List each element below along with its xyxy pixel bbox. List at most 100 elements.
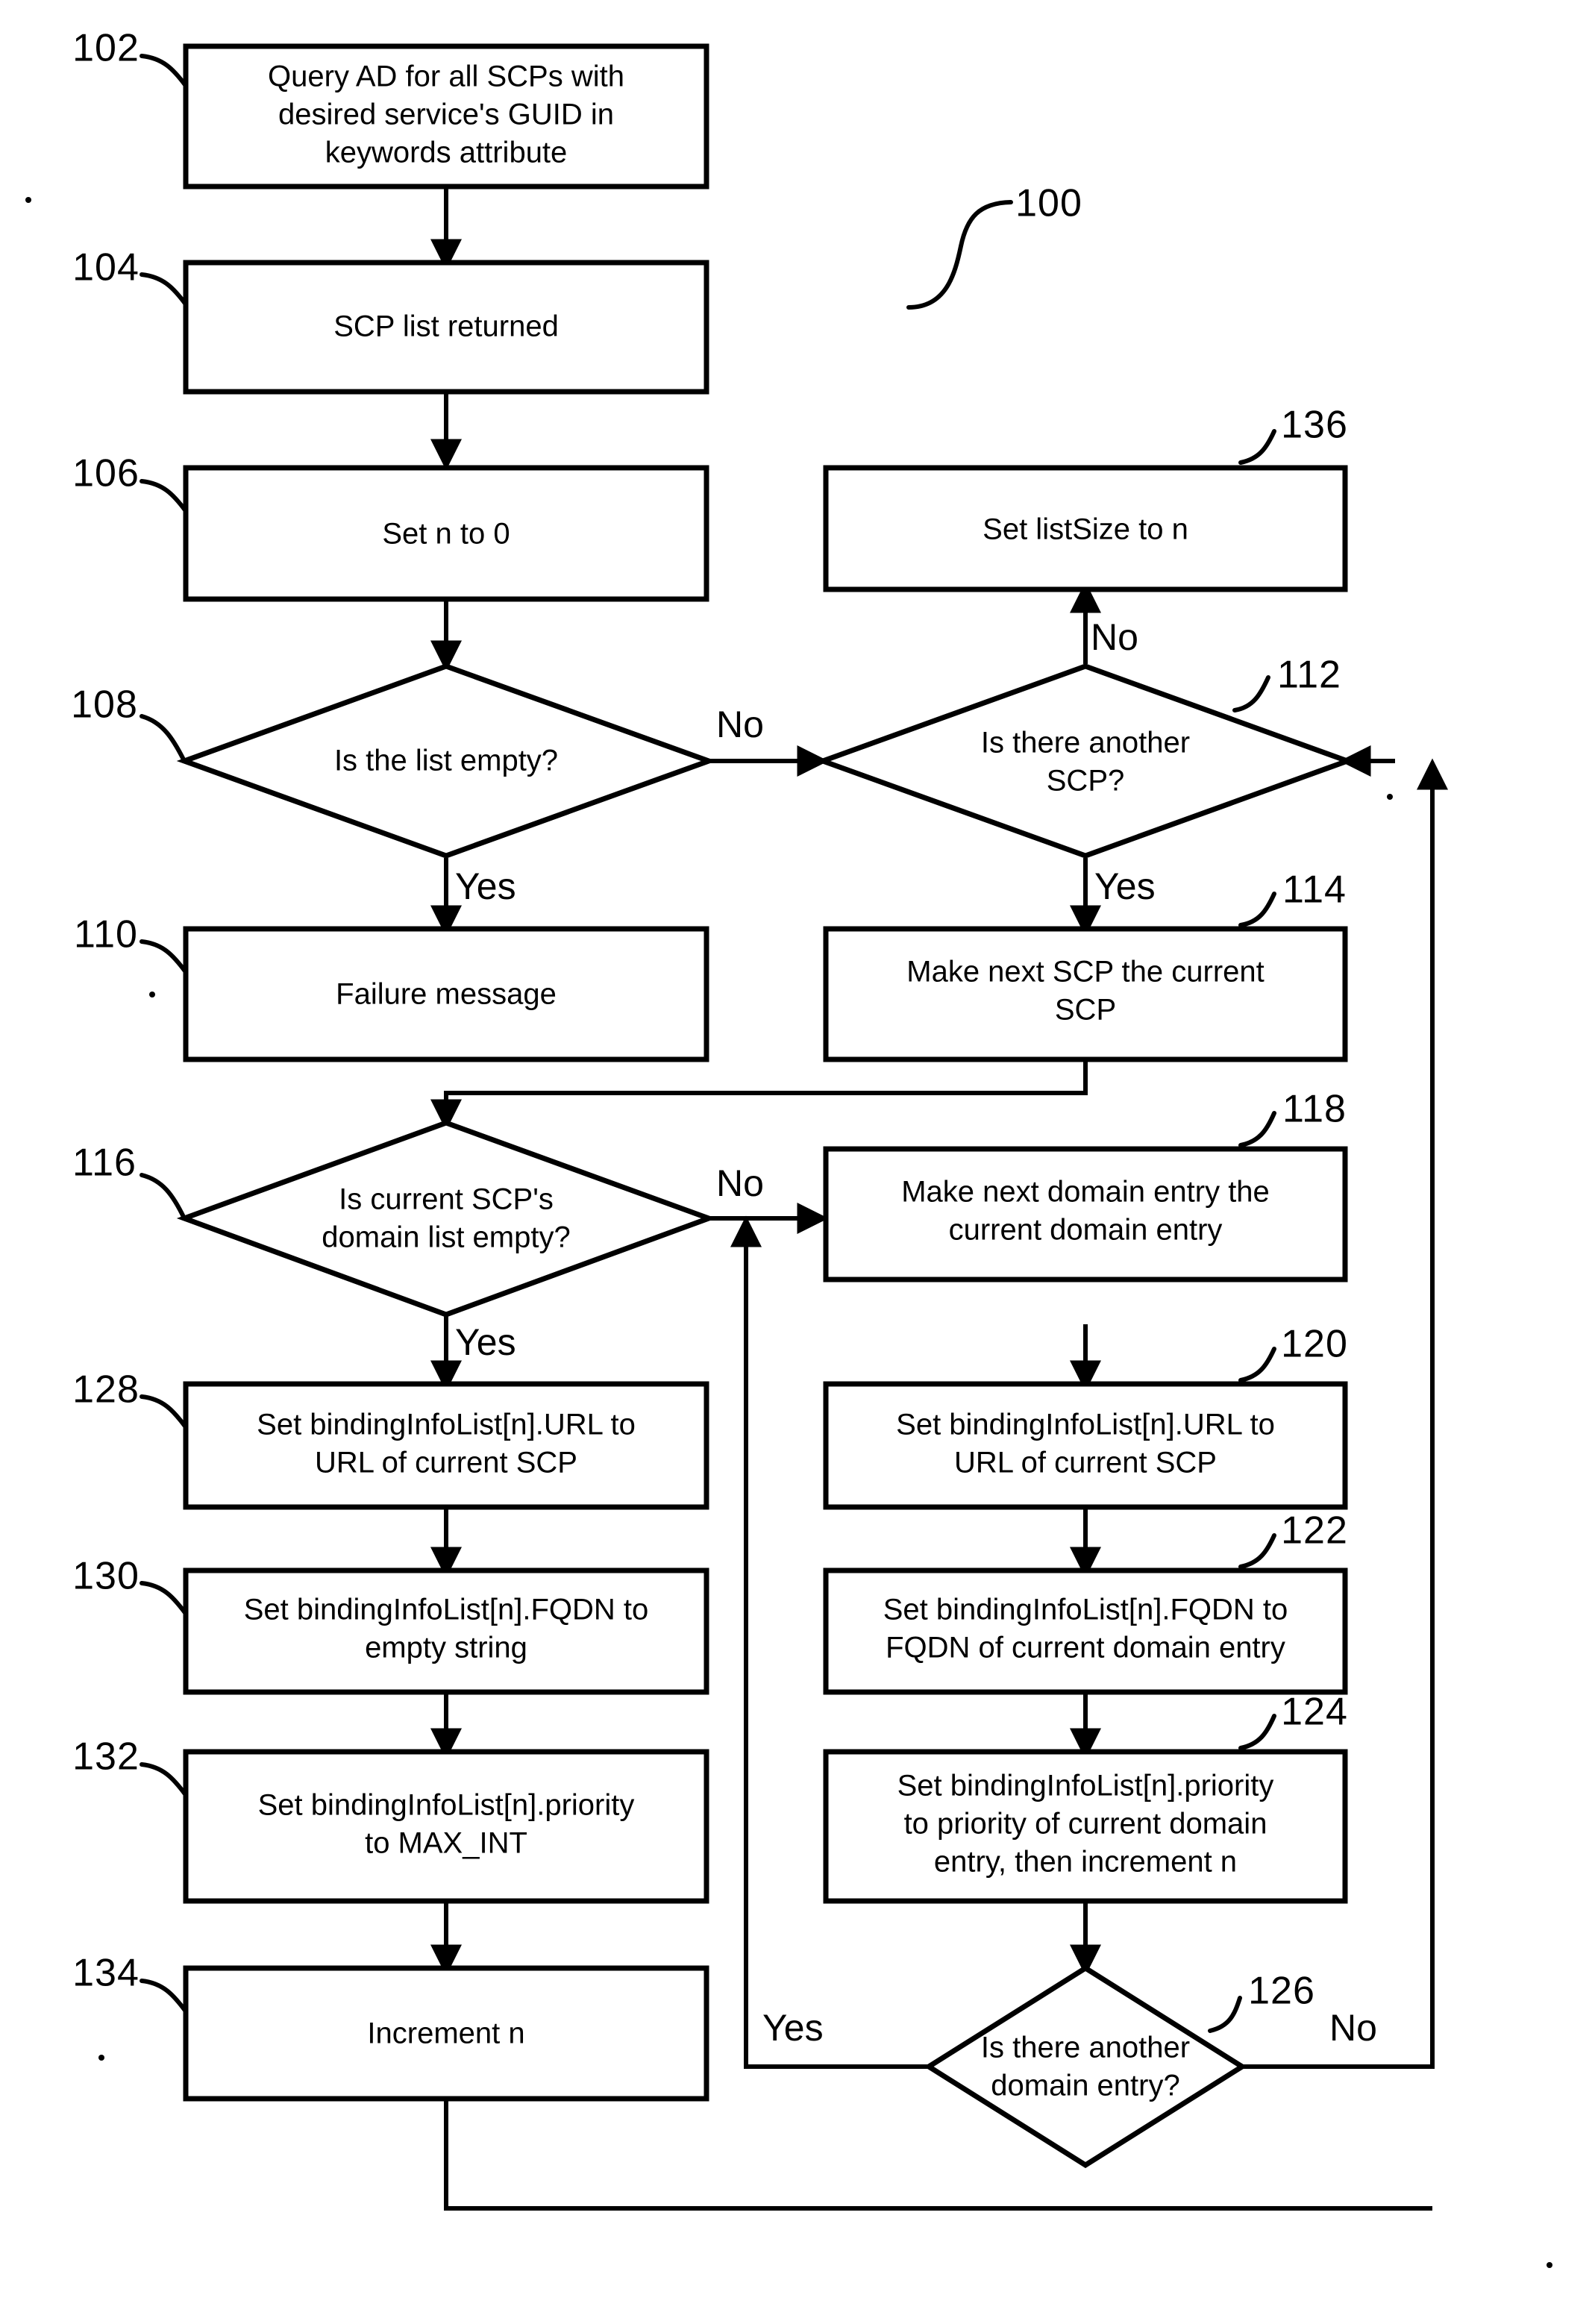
leader-124	[1238, 1714, 1276, 1750]
node-112-line-1: Is there another	[981, 727, 1190, 759]
node-102-line-1: Query AD for all SCPs with	[268, 60, 624, 93]
leader-130	[140, 1581, 188, 1616]
edge-label-126-yes: Yes	[762, 2007, 824, 2049]
flowchart-diagram: Query AD for all SCPs with desired servi…	[25, 27, 1552, 2268]
leader-116	[140, 1173, 187, 1221]
ref-number-108: 108	[71, 683, 138, 727]
node-124-line-3: entry, then increment n	[934, 1846, 1237, 1879]
ref-number-132: 132	[72, 1735, 140, 1779]
node-128[interactable]: Set bindingInfoList[n].URL to URL of cur…	[72, 1368, 709, 1510]
node-102-line-3: keywords attribute	[325, 137, 568, 169]
node-116-diamond[interactable]	[176, 1120, 717, 1318]
edge-label-112-yes: Yes	[1094, 865, 1156, 907]
leader-128	[140, 1394, 188, 1429]
ref-number-120: 120	[1281, 1323, 1348, 1366]
ref-number-126: 126	[1248, 1970, 1315, 2013]
node-132-line-2: to MAX_INT	[365, 1827, 527, 1860]
node-118-line-1: Make next domain entry the	[901, 1176, 1270, 1209]
ref-number-110: 110	[74, 913, 138, 956]
edge-134-to-112-loop	[444, 2099, 1432, 2211]
ref-number-112: 112	[1277, 654, 1341, 697]
node-116-line-1: Is current SCP's	[339, 1183, 554, 1216]
node-120-box[interactable]	[823, 1381, 1348, 1510]
edge-label-108-no: No	[716, 704, 764, 745]
node-130[interactable]: Set bindingInfoList[n].FQDN to empty str…	[72, 1555, 709, 1695]
edge-label-116-yes: Yes	[455, 1321, 516, 1363]
node-116[interactable]: Is current SCP's domain list empty? 116 …	[72, 1120, 764, 1363]
leader-136	[1238, 429, 1276, 465]
node-126-line-2: domain entry?	[991, 2070, 1179, 2102]
node-104[interactable]: SCP list returned 104	[72, 246, 709, 395]
node-112-line-2: SCP?	[1047, 765, 1125, 798]
node-126-diamond[interactable]	[924, 1964, 1247, 2169]
node-136[interactable]: Set listSize to n 136	[823, 404, 1348, 592]
edge-label-116-no: No	[716, 1162, 764, 1204]
leader-112	[1232, 675, 1270, 712]
node-134[interactable]: Increment n 134	[72, 1952, 709, 2102]
node-128-line-2: URL of current SCP	[315, 1447, 577, 1479]
node-106-line-1: Set n to 0	[382, 518, 510, 551]
node-124-line-1: Set bindingInfoList[n].priority	[897, 1770, 1274, 1802]
ref-number-118: 118	[1282, 1088, 1347, 1131]
node-134-line-1: Increment n	[367, 2017, 524, 2050]
leader-114	[1238, 892, 1276, 927]
leader-132	[140, 1762, 188, 1797]
node-122-line-1: Set bindingInfoList[n].FQDN to	[883, 1594, 1288, 1626]
node-114-line-2: SCP	[1055, 994, 1116, 1027]
node-110[interactable]: Failure message 110	[74, 913, 709, 1062]
node-122-line-2: FQDN of current domain entry	[886, 1632, 1285, 1664]
ref-number-116: 116	[72, 1141, 137, 1185]
node-132[interactable]: Set bindingInfoList[n].priority to MAX_I…	[72, 1735, 709, 1904]
leader-122	[1238, 1533, 1276, 1569]
ref-number-102: 102	[72, 27, 140, 70]
node-112-diamond[interactable]	[815, 663, 1356, 859]
ref-number-100: 100	[1015, 182, 1082, 225]
node-108[interactable]: Is the list empty? 108 No Yes	[71, 663, 764, 907]
ref-number-128: 128	[72, 1368, 140, 1412]
leader-100	[906, 200, 1013, 310]
node-126-line-1: Is there another	[981, 2032, 1190, 2064]
node-130-line-2: empty string	[365, 1632, 527, 1664]
node-130-line-1: Set bindingInfoList[n].FQDN to	[244, 1594, 649, 1626]
leader-108	[140, 714, 187, 763]
node-120-line-2: URL of current SCP	[954, 1447, 1217, 1479]
node-102[interactable]: Query AD for all SCPs with desired servi…	[72, 27, 709, 190]
node-106[interactable]: Set n to 0 106	[72, 452, 709, 602]
ref-number-122: 122	[1281, 1509, 1348, 1553]
edge-label-126-no: No	[1329, 2007, 1377, 2049]
ref-number-124: 124	[1281, 1691, 1348, 1734]
edge-label-108-yes: Yes	[455, 865, 516, 907]
ref-number-134: 134	[72, 1952, 140, 1995]
node-132-line-1: Set bindingInfoList[n].priority	[258, 1789, 635, 1822]
node-114-line-1: Make next SCP the current	[906, 956, 1265, 989]
leader-134	[140, 1979, 188, 2014]
figure-label-100: 100	[906, 182, 1082, 310]
leader-126	[1208, 1996, 1242, 2033]
leader-106	[140, 479, 188, 513]
node-104-line-1: SCP list returned	[333, 310, 559, 343]
node-116-line-2: domain list empty?	[322, 1221, 570, 1254]
leader-120	[1238, 1347, 1276, 1382]
node-136-line-1: Set listSize to n	[983, 513, 1188, 546]
ref-number-130: 130	[72, 1555, 140, 1598]
node-124-line-2: to priority of current domain	[904, 1808, 1267, 1841]
patent-figure-sheet: Query AD for all SCPs with desired servi…	[0, 0, 1595, 2324]
ref-number-106: 106	[72, 452, 140, 495]
leader-118	[1238, 1111, 1276, 1147]
node-108-line-1: Is the list empty?	[334, 745, 558, 777]
node-120-line-1: Set bindingInfoList[n].URL to	[896, 1409, 1275, 1441]
node-110-line-1: Failure message	[336, 978, 557, 1011]
node-118[interactable]: Make next domain entry the current domai…	[823, 1088, 1348, 1282]
node-118-line-2: current domain entry	[949, 1214, 1223, 1247]
node-128-line-1: Set bindingInfoList[n].URL to	[257, 1409, 636, 1441]
leader-110	[140, 939, 188, 974]
node-102-line-2: desired service's GUID in	[278, 98, 614, 131]
leader-104	[140, 272, 188, 307]
edge-label-112-no: No	[1091, 616, 1138, 658]
node-128-box[interactable]	[183, 1381, 709, 1510]
ref-number-114: 114	[1282, 868, 1347, 912]
ref-number-136: 136	[1281, 404, 1348, 447]
ref-number-104: 104	[72, 246, 140, 289]
edge-114-to-116	[430, 1059, 1088, 1131]
leader-102	[140, 54, 188, 88]
